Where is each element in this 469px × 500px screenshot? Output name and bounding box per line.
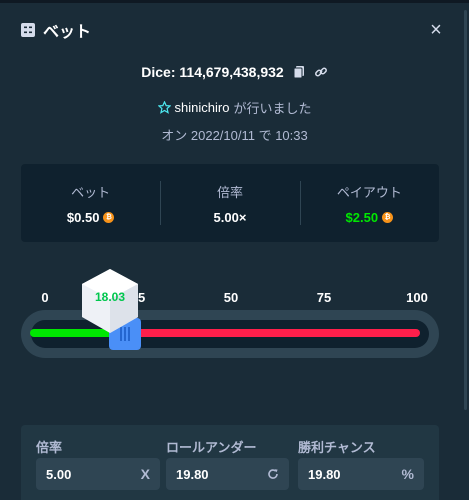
dice-result-value: 18.03 [94,290,126,304]
multiplier-value: 5.00× [213,209,247,225]
bet-settings-panel: 倍率 5.00 X ロールアンダー 19.80 勝利チャンス 19.80 % [21,425,439,500]
rollunder-input-value: 19.80 [176,466,209,482]
bitcoin-icon: ₿ [382,211,394,223]
multiplier-input-value: 5.00 [46,466,72,482]
tick-label: 75 [316,290,332,305]
scrollbar[interactable] [464,10,467,410]
bet-id: Dice: 114,679,438,932 [141,64,284,80]
top-strip [0,0,469,3]
multiplier-col: 倍率 5.00× [160,164,299,242]
placed-by-row: shinichiro が行いました [0,98,469,116]
bitcoin-icon: ₿ [103,211,115,223]
username-link[interactable]: shinichiro [175,100,230,115]
refresh-icon[interactable] [267,458,279,490]
rollunder-field-label: ロールアンダー [166,440,257,455]
payout-col: ペイアウト $2.50 ₿ [299,164,439,242]
bet-amount-label: ベット [71,184,111,200]
tick-label: 50 [223,290,239,305]
bet-amount: $0.50 [66,209,100,225]
bet-list-icon [21,23,35,37]
rollunder-input[interactable]: 19.80 [166,458,289,490]
multiplier-label: 倍率 [216,184,243,200]
winchance-input[interactable]: 19.80 % [298,458,424,490]
lose-range-bar [124,329,420,337]
winchance-input-value: 19.80 [308,466,341,482]
copy-icon[interactable] [292,65,306,79]
tick-label: 0 [41,290,49,305]
tick-label: 100 [406,290,428,305]
bet-amount-value: $0.50 ₿ [67,210,115,225]
bet-id-row: Dice: 114,679,438,932 [0,62,469,82]
multiplier-input[interactable]: 5.00 X [36,458,160,490]
star-icon [157,100,171,114]
bet-amount-col: ベット $0.50 ₿ [21,164,160,242]
multiplier-field-label: 倍率 [36,440,63,455]
dice-result: 18.03 [80,268,140,334]
placed-by-suffix: が行いました [233,100,312,116]
payout-label: ペイアウト [336,184,402,200]
link-icon[interactable] [314,65,328,79]
modal-title: ベット [43,24,92,41]
winchance-field-label: 勝利チャンス [298,440,376,455]
bet-summary-panel: ベット $0.50 ₿ 倍率 5.00× ペイアウト $2.50 ₿ [21,164,439,242]
slider-ticks: 0 25 50 75 100 [0,290,469,306]
percent-icon: % [401,466,414,482]
modal-header: ベット [20,20,92,41]
payout-value: $2.50 ₿ [346,210,394,225]
multiplier-x-icon: X [140,466,150,482]
bet-date: オン 2022/10/11 で 10:33 [161,127,308,143]
payout-amount: $2.50 [345,209,379,225]
close-icon[interactable]: × [427,19,445,41]
